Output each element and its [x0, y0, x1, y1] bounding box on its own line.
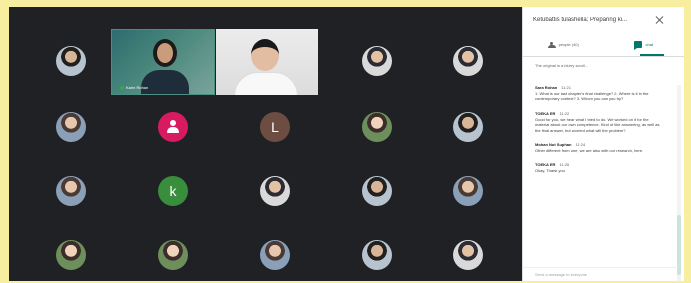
- participant-name-label: Karin Rohan: [120, 85, 148, 90]
- participant-avatar: k: [158, 176, 188, 206]
- participant-avatar: [56, 240, 86, 270]
- panel-tabs: people (40) chat: [523, 33, 684, 57]
- participant-video-body: [234, 72, 298, 95]
- participant-avatar: [158, 240, 188, 270]
- chat-notice: The original is a blurry scroll...: [535, 63, 589, 68]
- participant-tile[interactable]: [21, 97, 121, 157]
- tab-people[interactable]: people (40): [523, 33, 604, 56]
- video-tile[interactable]: Karin Rohan: [111, 29, 215, 95]
- message-input[interactable]: Send a message to everyone: [523, 267, 678, 281]
- participant-video-body: [141, 70, 189, 94]
- participant-tile[interactable]: [327, 161, 427, 221]
- participant-tile[interactable]: [123, 97, 223, 157]
- participant-video-face: [251, 39, 279, 71]
- participant-tile[interactable]: [327, 97, 427, 157]
- participant-avatar: [453, 240, 483, 270]
- tab-chat-label: chat: [645, 42, 654, 47]
- sender-name: TOEKA ER: [535, 110, 556, 116]
- participant-tile[interactable]: [418, 31, 518, 91]
- message-time: 11:21: [561, 85, 571, 90]
- participant-grid: Karin Rohan L k: [9, 7, 522, 281]
- close-icon[interactable]: [656, 16, 664, 24]
- meeting-window: Karin Rohan L k Ketubattis tulashella; P…: [9, 7, 684, 281]
- participant-tile[interactable]: L: [225, 97, 325, 157]
- chat-message: Sara Rohan 11:21 1. What is our last chap…: [535, 85, 661, 102]
- chat-scrollbar[interactable]: [677, 85, 681, 281]
- participant-avatar: [158, 112, 188, 142]
- sender-name: TOEKA ER: [535, 162, 556, 168]
- participant-tile[interactable]: [225, 161, 325, 221]
- meeting-title: Ketubattis tulashella; Preparing ki...: [533, 17, 628, 23]
- sender-name: Sara Rohan: [535, 85, 558, 90]
- sender-name: Mohan Nut Suphan: [535, 141, 572, 147]
- message-text: Okay, Thank you: [535, 168, 565, 174]
- participant-avatar: [362, 112, 392, 142]
- chat-message: TOEKA ER 11:22 Good for you, we hear what…: [535, 111, 661, 133]
- participant-avatar: [453, 176, 483, 206]
- panel-header: Ketubattis tulashella; Preparing ki...: [523, 7, 684, 33]
- participant-tile[interactable]: k: [123, 161, 223, 221]
- participant-avatar: [56, 176, 86, 206]
- mic-on-icon: [120, 85, 124, 90]
- message-sender: TOEKA ER 11:22: [535, 111, 661, 116]
- participant-avatar: [260, 240, 290, 270]
- participant-tile[interactable]: [327, 31, 427, 91]
- chat-panel: Ketubattis tulashella; Preparing ki... p…: [522, 7, 684, 281]
- chat-message: Mohan Nut Suphan 11:24 Other different fr…: [535, 142, 661, 153]
- participant-tile[interactable]: [21, 161, 121, 221]
- participant-tile[interactable]: [225, 225, 325, 281]
- message-time: 11:24: [575, 141, 586, 147]
- chat-message: TOEKA ER 11:26 Okay, Thank you: [535, 162, 661, 173]
- participant-tile[interactable]: [327, 225, 427, 281]
- participant-tile[interactable]: [21, 225, 121, 281]
- tab-people-label: people (40): [558, 42, 579, 47]
- participant-avatar: [362, 176, 392, 206]
- message-time: 11:22: [559, 110, 570, 116]
- scroll-thumb[interactable]: [677, 215, 681, 275]
- participant-tile[interactable]: [418, 161, 518, 221]
- tab-chat[interactable]: chat: [604, 33, 685, 56]
- video-tile-active-speaker[interactable]: [216, 29, 318, 95]
- participant-avatar: L: [260, 112, 290, 142]
- participant-tile[interactable]: [418, 97, 518, 157]
- person-icon: [166, 120, 180, 134]
- participant-avatar: [362, 46, 392, 76]
- message-sender: TOEKA ER 11:26: [535, 162, 661, 167]
- message-text: Other different from one, we are also wi…: [535, 147, 644, 153]
- participant-tile[interactable]: [418, 225, 518, 281]
- participant-avatar: [453, 112, 483, 142]
- participant-avatar: [362, 240, 392, 270]
- message-text: 1. What is our last chapter's final chal…: [535, 91, 649, 102]
- participant-avatar: [56, 112, 86, 142]
- participant-video-face: [153, 39, 177, 67]
- message-time: 11:26: [559, 162, 570, 168]
- message-sender: Sara Rohan 11:21: [535, 85, 661, 90]
- people-icon: [547, 41, 556, 48]
- participant-avatar: [260, 176, 290, 206]
- participant-tile[interactable]: [21, 31, 121, 91]
- chat-icon: [634, 41, 643, 50]
- participant-tile[interactable]: [123, 225, 223, 281]
- message-text: Good for you, we hear what I tried to do…: [535, 116, 660, 133]
- participant-avatar: [453, 46, 483, 76]
- message-sender: Mohan Nut Suphan 11:24: [535, 142, 661, 147]
- message-list: Sara Rohan 11:21 1. What is our last chap…: [523, 85, 673, 267]
- participant-name: Karin Rohan: [126, 85, 149, 90]
- participant-avatar: [56, 46, 86, 76]
